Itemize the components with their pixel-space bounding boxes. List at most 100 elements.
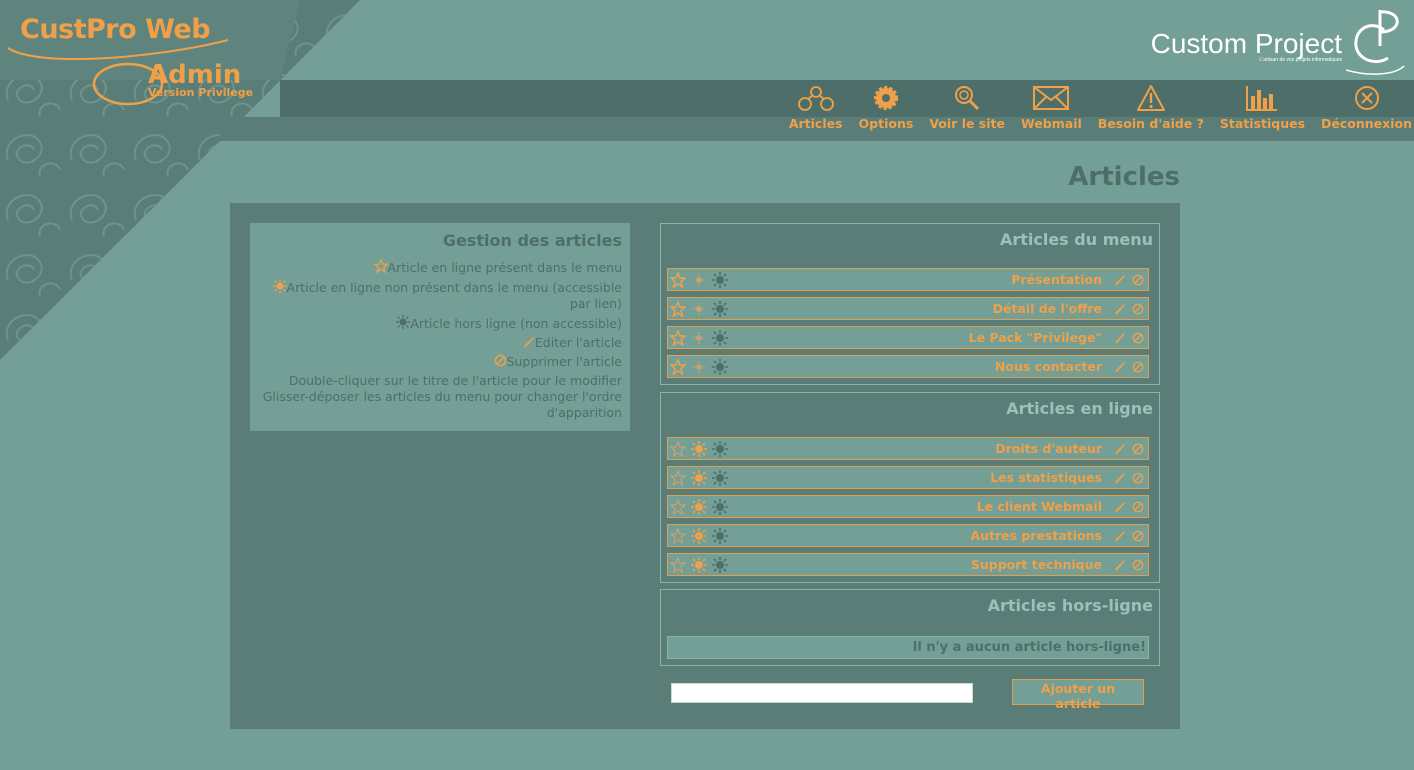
article-title[interactable]: Présentation	[733, 272, 1108, 287]
legend-item: Article en ligne présent dans le menu	[250, 259, 622, 276]
envelope-icon	[1033, 86, 1070, 110]
nav-deconnexion[interactable]: Déconnexion	[1321, 84, 1412, 131]
add-article-button[interactable]: Ajouter un article	[1012, 679, 1144, 711]
pencil-icon[interactable]	[1114, 274, 1126, 286]
sun-dark-icon[interactable]	[712, 527, 728, 544]
nav-voir-le-site[interactable]: Voir le site	[929, 84, 1005, 131]
star-faded-icon[interactable]	[670, 469, 686, 486]
close-circle-icon	[1354, 86, 1379, 110]
article-row[interactable]: Autres prestations	[667, 524, 1149, 547]
sun-dark-icon[interactable]	[712, 358, 728, 375]
delete-icon[interactable]	[1132, 274, 1144, 286]
help-tip: Glisser-déposer les articles du menu pou…	[262, 389, 622, 420]
sun-icon[interactable]	[691, 527, 707, 544]
articles-icon	[797, 86, 834, 111]
pencil-icon	[523, 337, 534, 347]
article-title[interactable]: Droits d'auteur	[733, 441, 1108, 456]
nav-label: Articles	[788, 116, 843, 131]
star-icon[interactable]	[670, 271, 686, 288]
legend-text: Supprimer l'article	[506, 354, 622, 369]
panel-title: Articles hors-ligne	[987, 596, 1153, 615]
sun-icon[interactable]	[691, 469, 707, 486]
article-title[interactable]: Le client Webmail	[733, 499, 1108, 514]
pencil-icon[interactable]	[1114, 530, 1126, 542]
delete-icon[interactable]	[1132, 303, 1144, 315]
legend-item: Article hors ligne (non accessible)	[250, 315, 622, 332]
article-row[interactable]: Nous contacter	[667, 355, 1149, 378]
warning-icon	[1136, 85, 1165, 111]
pencil-icon[interactable]	[1114, 303, 1126, 315]
pencil-icon[interactable]	[1114, 501, 1126, 513]
delete-icon[interactable]	[1132, 559, 1144, 571]
delete-icon[interactable]	[1132, 501, 1144, 513]
nav-label: Déconnexion	[1321, 116, 1412, 131]
pencil-icon[interactable]	[1114, 472, 1126, 484]
article-row[interactable]: Les statistiques	[667, 466, 1149, 489]
empty-message: Il n'y a aucun article hors-ligne!	[667, 636, 1149, 659]
sun-dark-icon[interactable]	[712, 469, 728, 486]
article-title[interactable]: Les statistiques	[733, 470, 1108, 485]
article-row[interactable]: Détail de l'offre	[667, 297, 1149, 320]
sun-dark-icon[interactable]	[712, 440, 728, 457]
brand-cp-logo-icon	[1346, 10, 1405, 75]
nav-besoin-aide[interactable]: Besoin d'aide ?	[1098, 84, 1204, 131]
sun-icon[interactable]	[691, 498, 707, 515]
delete-icon[interactable]	[1132, 361, 1144, 373]
sun-faded-icon[interactable]	[691, 330, 707, 346]
delete-icon[interactable]	[1132, 472, 1144, 484]
panel-articles-online: Articles en ligne Droits d'auteur Les st…	[660, 392, 1160, 583]
article-row[interactable]: Le client Webmail	[667, 495, 1149, 518]
delete-icon[interactable]	[1132, 530, 1144, 542]
star-icon[interactable]	[670, 329, 686, 346]
article-title[interactable]: Autres prestations	[733, 528, 1108, 543]
nav-options[interactable]: Options	[859, 84, 913, 131]
panel-title: Articles en ligne	[1006, 399, 1153, 418]
sun-faded-icon[interactable]	[691, 359, 707, 375]
sun-dark-icon[interactable]	[712, 498, 728, 515]
help-title: Gestion des articles	[442, 231, 622, 250]
sun-faded-icon[interactable]	[691, 272, 707, 288]
nav-statistiques[interactable]: Statistiques	[1220, 84, 1305, 131]
article-title[interactable]: Nous contacter	[733, 359, 1108, 374]
article-title[interactable]: Le Pack "Privilege"	[733, 330, 1108, 345]
star-faded-icon[interactable]	[670, 498, 686, 515]
gear-icon	[873, 86, 898, 110]
star-icon[interactable]	[670, 300, 686, 317]
articles-content: Gestion des articles Article en ligne pr…	[230, 203, 1180, 729]
star-faded-icon[interactable]	[670, 440, 686, 457]
sun-dark-icon[interactable]	[712, 329, 728, 346]
new-article-input[interactable]	[671, 683, 973, 703]
main-nav: Articles Options Voir le site Webmail Be…	[773, 84, 1412, 131]
legend-text: Editer l'article	[534, 335, 622, 350]
sun-dark-icon[interactable]	[712, 556, 728, 573]
article-row[interactable]: Le Pack "Privilege"	[667, 326, 1149, 349]
pencil-icon[interactable]	[1114, 361, 1126, 373]
delete-icon[interactable]	[1132, 443, 1144, 455]
brand-name: Custom Project	[1150, 28, 1342, 59]
article-title[interactable]: Détail de l'offre	[733, 301, 1108, 316]
legend-text: Article hors ligne (non accessible)	[410, 316, 622, 331]
nav-articles[interactable]: Articles	[789, 84, 843, 131]
star-faded-icon[interactable]	[670, 556, 686, 573]
star-faded-icon[interactable]	[670, 527, 686, 544]
bar-chart-icon	[1246, 86, 1278, 111]
panel-articles-offline: Articles hors-ligne Il n'y a aucun artic…	[660, 589, 1160, 666]
article-row[interactable]: Présentation	[667, 268, 1149, 291]
pencil-icon[interactable]	[1114, 443, 1126, 455]
article-row[interactable]: Support technique	[667, 553, 1149, 576]
delete-icon[interactable]	[1132, 332, 1144, 344]
article-row[interactable]: Droits d'auteur	[667, 437, 1149, 460]
sun-dark-icon[interactable]	[712, 300, 728, 317]
pencil-icon[interactable]	[1114, 332, 1126, 344]
delete-icon	[494, 354, 506, 367]
star-icon[interactable]	[670, 358, 686, 375]
nav-label: Voir le site	[929, 116, 1005, 131]
nav-webmail[interactable]: Webmail	[1021, 84, 1082, 131]
sun-icon[interactable]	[691, 556, 707, 573]
sun-dark-icon[interactable]	[712, 271, 728, 288]
sun-icon[interactable]	[691, 440, 707, 457]
sun-faded-icon[interactable]	[691, 301, 707, 317]
article-title[interactable]: Support technique	[733, 557, 1108, 572]
panel-articles-menu: Articles du menu Présentation Détail de …	[660, 223, 1160, 385]
pencil-icon[interactable]	[1114, 559, 1126, 571]
